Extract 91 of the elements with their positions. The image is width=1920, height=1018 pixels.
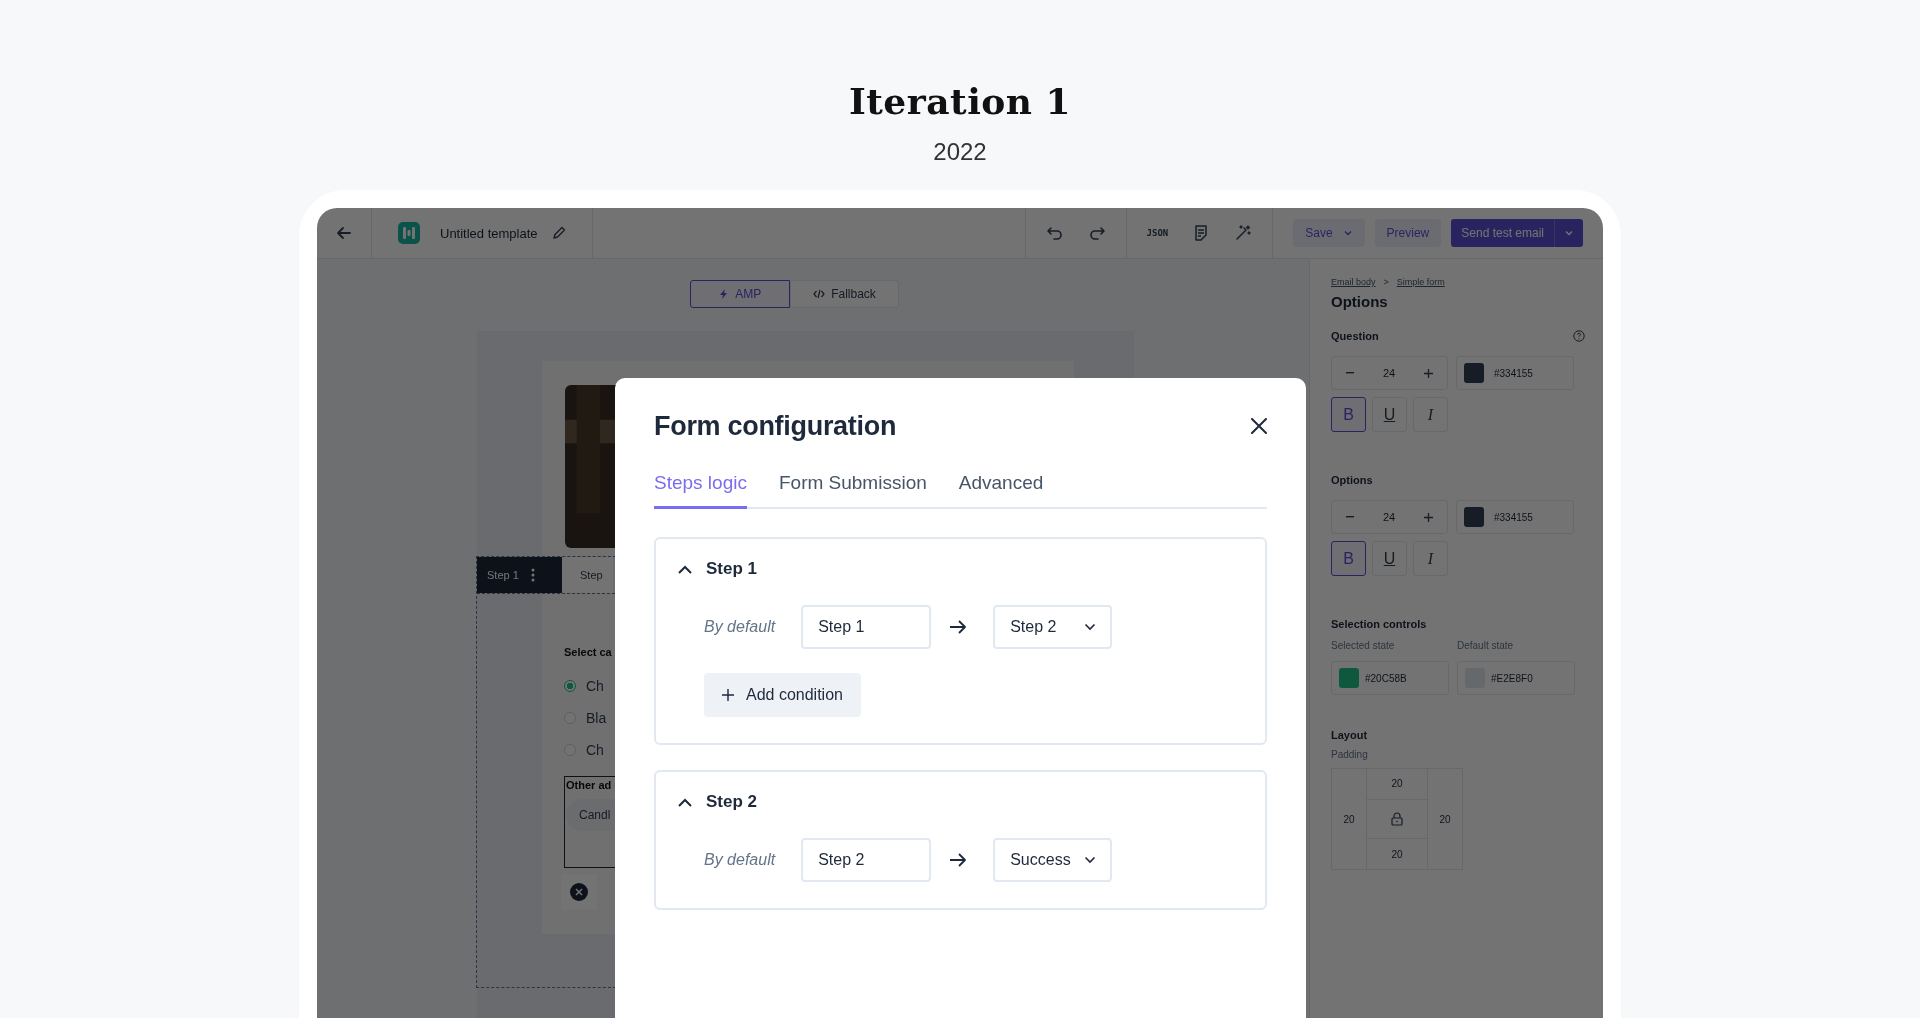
modal-title: Form configuration — [654, 410, 897, 442]
year-label: 2022 — [933, 138, 987, 166]
lightning-icon — [719, 289, 730, 299]
question-label: Select ca — [564, 646, 613, 660]
rule-label: By default — [704, 851, 776, 869]
modal-tab[interactable]: Steps logic — [654, 472, 747, 509]
padding-value[interactable]: 20 — [1332, 769, 1366, 869]
step-title: Step 1 — [706, 559, 758, 579]
page-title: Iteration 1 — [848, 80, 1072, 122]
breadcrumb-link[interactable]: Simple form — [1396, 277, 1445, 287]
option-label: Ch — [586, 742, 604, 758]
logo-icon — [398, 222, 420, 244]
other-label: Other ad — [566, 779, 613, 791]
padding-value[interactable]: 20 — [1367, 769, 1427, 799]
modal-tab[interactable]: Advanced — [958, 472, 1044, 509]
size-value: 24 — [1382, 511, 1396, 523]
color-field[interactable]: #334155 — [1456, 356, 1574, 390]
size-stepper[interactable]: 24 — [1331, 356, 1448, 390]
minus-icon[interactable] — [1346, 516, 1354, 518]
field-label: Default state — [1457, 640, 1515, 651]
arrow-right-icon — [949, 620, 968, 634]
mode-tab[interactable]: AMP — [690, 280, 791, 308]
pencil-icon[interactable] — [551, 226, 566, 240]
step-field[interactable]: Step 1 — [801, 605, 932, 649]
text-style-button[interactable]: U — [1372, 541, 1407, 576]
breadcrumb-link[interactable]: Email body — [1331, 277, 1376, 287]
radio-button[interactable] — [564, 680, 576, 692]
add-condition-button[interactable]: Add condition — [704, 673, 861, 717]
json-button[interactable]: JSON — [1146, 228, 1169, 238]
modal-tab[interactable]: Form Submission — [778, 472, 927, 509]
color-field[interactable]: #20C58B — [1331, 661, 1449, 695]
field-label: Selected state — [1331, 640, 1396, 651]
rule-label: By default — [704, 618, 776, 636]
mode-tab[interactable]: Fallback — [790, 280, 899, 308]
section-label: Question — [1331, 330, 1379, 342]
step-dropdown[interactable]: Success — [993, 838, 1113, 882]
close-icon[interactable] — [1251, 418, 1267, 434]
back-icon[interactable] — [335, 224, 353, 242]
plus-icon[interactable] — [1424, 368, 1433, 378]
color-field[interactable]: #E2E8F0 — [1457, 661, 1575, 695]
plus-icon — [722, 689, 734, 701]
step-title: Step 2 — [706, 792, 758, 812]
redo-icon[interactable] — [1087, 224, 1106, 242]
color-swatch — [1464, 507, 1484, 527]
code-icon — [813, 289, 826, 299]
option-label: Bla — [586, 710, 607, 726]
kebab-icon[interactable] — [530, 568, 535, 582]
color-value: #334155 — [1494, 367, 1533, 379]
field-label: Padding — [1331, 749, 1369, 760]
send-test-email-button[interactable]: Send test email — [1451, 219, 1554, 247]
help-icon[interactable] — [1573, 330, 1585, 342]
text-style-button[interactable]: B — [1331, 397, 1366, 432]
size-value: 24 — [1382, 367, 1396, 379]
lock-icon[interactable] — [1391, 812, 1403, 826]
section-label: Options — [1331, 474, 1373, 486]
section-label: Selection controls — [1331, 618, 1427, 630]
chevron-icon[interactable] — [678, 797, 692, 807]
size-stepper[interactable]: 24 — [1331, 500, 1448, 534]
panel-title: Options — [1331, 293, 1389, 310]
text-style-button[interactable]: I — [1413, 397, 1448, 432]
color-field[interactable]: #334155 — [1456, 500, 1574, 534]
plus-icon[interactable] — [1424, 512, 1433, 522]
step-field[interactable]: Step 2 — [801, 838, 932, 882]
color-value: #334155 — [1494, 511, 1533, 523]
undo-icon[interactable] — [1045, 224, 1064, 242]
preview-button[interactable]: Preview — [1374, 219, 1442, 247]
magic-wand-icon[interactable] — [1234, 224, 1253, 242]
caret-icon — [1564, 228, 1574, 238]
caret-icon — [1342, 228, 1353, 238]
color-value: #20C58B — [1365, 672, 1407, 684]
padding-value[interactable]: 20 — [1367, 839, 1427, 869]
minus-icon[interactable] — [1346, 372, 1354, 374]
step-tab[interactable]: Step — [562, 557, 613, 593]
text-style-button[interactable]: I — [1413, 541, 1448, 576]
option-label: Ch — [586, 678, 604, 694]
arrow-right-icon — [949, 853, 968, 867]
template-name: Untitled template — [440, 225, 538, 241]
chevron-down-icon — [1084, 856, 1097, 864]
text-style-button[interactable]: B — [1331, 541, 1366, 576]
step-dropdown[interactable]: Step 2 — [993, 605, 1113, 649]
chevron-down-icon — [1084, 623, 1097, 631]
chevron-icon[interactable] — [678, 564, 692, 574]
save-button[interactable]: Save — [1293, 219, 1365, 247]
color-swatch — [1339, 668, 1359, 688]
section-label: Layout — [1331, 729, 1368, 741]
padding-value[interactable]: 20 — [1428, 769, 1462, 869]
color-swatch — [1464, 363, 1484, 383]
color-value: #E2E8F0 — [1491, 672, 1533, 684]
step-tab[interactable]: Step 1 — [477, 557, 562, 593]
text-style-button[interactable]: U — [1372, 397, 1407, 432]
breadcrumb-separator: > — [1383, 277, 1389, 287]
